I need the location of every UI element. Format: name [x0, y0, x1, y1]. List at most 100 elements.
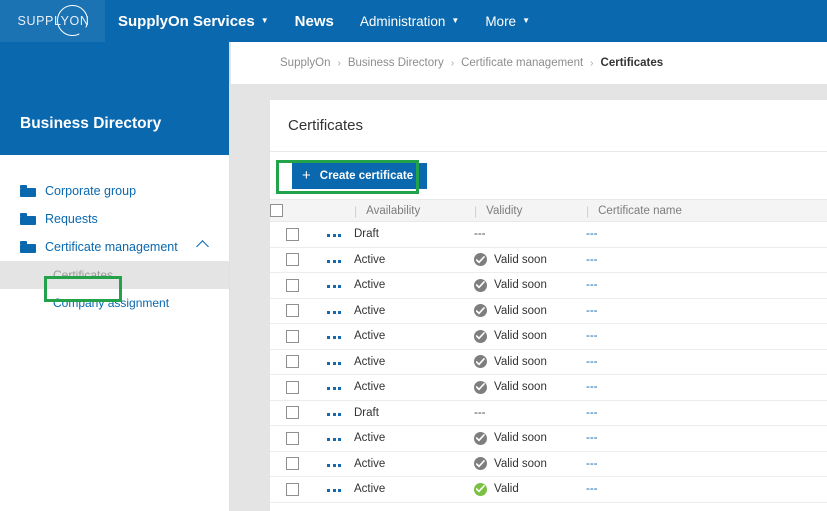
- more-options-icon[interactable]: [327, 361, 341, 365]
- column-certificate-name[interactable]: | Certificate name: [586, 199, 827, 222]
- availability-value: Active: [354, 330, 386, 343]
- cell-validity: Valid soon: [474, 298, 586, 324]
- row-checkbox[interactable]: [285, 304, 299, 318]
- nav-item-administration[interactable]: Administration ▼: [347, 0, 472, 42]
- row-checkbox[interactable]: [285, 482, 299, 496]
- chevron-down-icon: ▼: [522, 16, 530, 25]
- row-checkbox[interactable]: [285, 329, 299, 343]
- status-icon-valid-soon: [474, 278, 487, 292]
- select-all-checkbox[interactable]: [270, 204, 283, 217]
- cell-certificate-name: ---: [586, 400, 827, 426]
- nav-label: SupplyOn Services: [118, 12, 255, 30]
- folder-icon: [20, 213, 36, 225]
- nav-item-news[interactable]: News: [282, 0, 347, 42]
- row-select-cell: [270, 374, 314, 401]
- more-options-icon[interactable]: [327, 463, 341, 467]
- sidebar: Business Directory Corporate group Reque…: [0, 42, 230, 511]
- cell-availability: Draft: [354, 221, 474, 248]
- table-row[interactable]: Active Valid soon ---: [270, 298, 827, 324]
- sidebar-item-label: Requests: [45, 212, 98, 226]
- validity-value: Valid soon: [494, 253, 547, 266]
- cell-certificate-name: ---: [586, 476, 827, 503]
- breadcrumb-item-supplyon[interactable]: SupplyOn: [280, 57, 331, 69]
- cell-availability: Active: [354, 451, 474, 477]
- validity-value: Valid soon: [494, 355, 547, 368]
- table-row[interactable]: Active Valid soon ---: [270, 451, 827, 477]
- nav-item-more[interactable]: More ▼: [472, 0, 543, 42]
- sidebar-item-certificate-management[interactable]: Certificate management: [0, 233, 229, 261]
- sidebar-item-company-assignment[interactable]: Company assignment: [0, 289, 229, 317]
- row-actions-cell: [314, 272, 354, 299]
- row-checkbox[interactable]: [285, 431, 299, 445]
- row-checkbox[interactable]: [285, 227, 299, 241]
- more-options-icon[interactable]: [327, 259, 341, 263]
- row-checkbox[interactable]: [285, 253, 299, 267]
- table-row[interactable]: Active Valid soon ---: [270, 323, 827, 350]
- more-options-icon[interactable]: [327, 438, 341, 442]
- cell-validity: ---: [474, 221, 586, 248]
- certificate-name-value: ---: [586, 381, 598, 394]
- certificates-table: | Availability | Validity | Certificate nam…: [270, 199, 827, 503]
- card-toolbar: + Create certificate: [270, 152, 827, 199]
- table-row[interactable]: Draft --- ---: [270, 400, 827, 426]
- supplyon-logo[interactable]: SUPPLYON: [0, 0, 105, 42]
- more-options-icon[interactable]: [327, 285, 341, 289]
- more-options-icon[interactable]: [327, 234, 341, 238]
- row-checkbox[interactable]: [285, 278, 299, 292]
- chevron-down-icon: ▼: [260, 16, 269, 25]
- row-select-cell: [270, 272, 314, 299]
- table-row[interactable]: Active Valid ---: [270, 476, 827, 503]
- breadcrumb-item-business-directory[interactable]: Business Directory: [348, 57, 444, 69]
- row-select-cell: [270, 298, 314, 324]
- availability-value: Active: [354, 279, 386, 292]
- nav-item-supplyon-services[interactable]: SupplyOn Services ▼: [105, 0, 282, 42]
- cell-certificate-name: ---: [586, 323, 827, 350]
- chevron-up-icon[interactable]: [196, 240, 209, 253]
- table-row[interactable]: Draft --- ---: [270, 221, 827, 248]
- table-row[interactable]: Active Valid soon ---: [270, 374, 827, 401]
- sidebar-item-corporate-group[interactable]: Corporate group: [0, 177, 229, 205]
- sidebar-item-requests[interactable]: Requests: [0, 205, 229, 233]
- status-icon-valid: [474, 482, 487, 496]
- column-availability[interactable]: | Availability: [354, 199, 474, 222]
- availability-value: Draft: [354, 228, 379, 241]
- row-checkbox[interactable]: [285, 355, 299, 369]
- more-options-icon[interactable]: [327, 489, 341, 493]
- breadcrumb-item-certificates: Certificates: [600, 57, 664, 69]
- more-options-icon[interactable]: [327, 387, 341, 391]
- create-certificate-button[interactable]: + Create certificate: [292, 162, 428, 189]
- column-validity[interactable]: | Validity: [474, 199, 586, 222]
- row-checkbox[interactable]: [285, 406, 299, 420]
- table-row[interactable]: Active Valid soon ---: [270, 247, 827, 273]
- more-options-icon[interactable]: [327, 310, 341, 314]
- cell-certificate-name: ---: [586, 425, 827, 452]
- cell-availability: Active: [354, 247, 474, 273]
- sidebar-title: Business Directory: [0, 42, 229, 155]
- more-options-icon[interactable]: [327, 412, 341, 416]
- navbar-items: SupplyOn Services ▼ News Administration …: [105, 0, 543, 42]
- cell-certificate-name: ---: [586, 247, 827, 273]
- cell-validity: Valid soon: [474, 349, 586, 375]
- cell-validity: ---: [474, 400, 586, 426]
- table-row[interactable]: Active Valid soon ---: [270, 349, 827, 375]
- validity-value: Valid soon: [494, 432, 547, 445]
- table-row[interactable]: Active Valid soon ---: [270, 272, 827, 299]
- page-root: SUPPLYON SupplyOn Services ▼ News Admini…: [0, 0, 827, 511]
- breadcrumb-separator-icon: ›: [590, 57, 594, 69]
- cell-certificate-name: ---: [586, 374, 827, 401]
- row-checkbox[interactable]: [285, 457, 299, 471]
- table-row[interactable]: Active Valid soon ---: [270, 425, 827, 452]
- column-certificate-name-label: Certificate name: [598, 204, 682, 217]
- sidebar-item-certificates[interactable]: Certificates: [0, 261, 229, 289]
- breadcrumb-item-certificate-management[interactable]: Certificate management: [461, 57, 583, 69]
- folder-icon: [20, 241, 36, 253]
- certificate-name-value: ---: [586, 432, 598, 445]
- cell-validity: Valid soon: [474, 323, 586, 350]
- row-checkbox[interactable]: [285, 380, 299, 394]
- row-actions-cell: [314, 349, 354, 375]
- availability-value: Active: [354, 381, 386, 394]
- top-navbar: SUPPLYON SupplyOn Services ▼ News Admini…: [0, 0, 827, 42]
- certificate-name-value: ---: [586, 228, 598, 241]
- more-options-icon[interactable]: [327, 336, 341, 340]
- validity-value: Valid soon: [494, 304, 547, 317]
